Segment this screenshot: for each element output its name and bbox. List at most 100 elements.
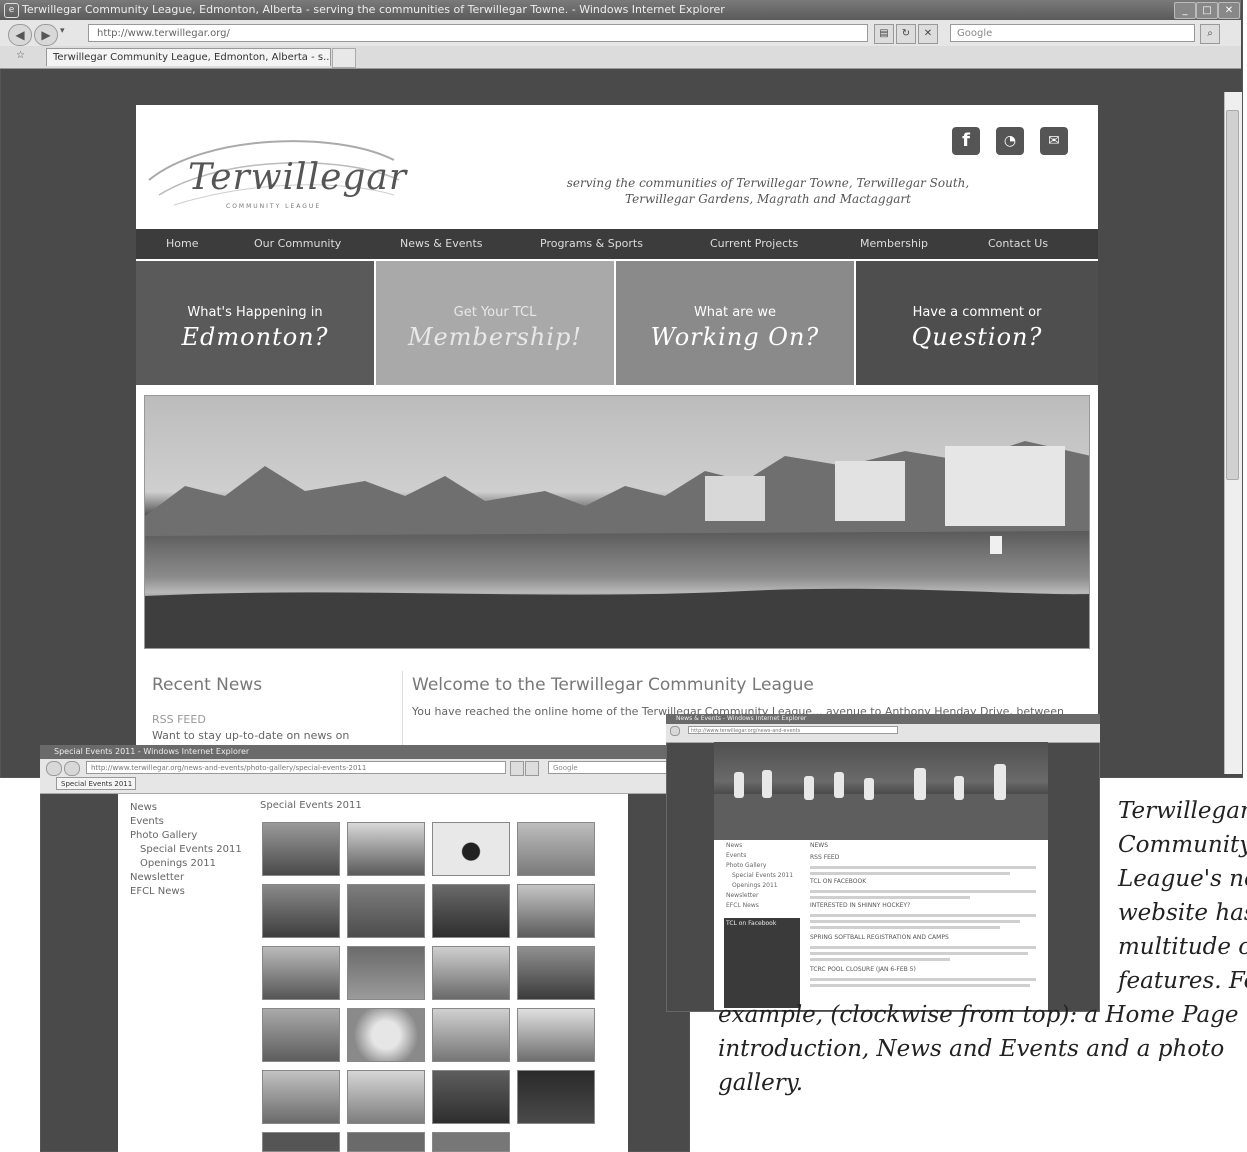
gallery-thumbnail[interactable] — [432, 1070, 510, 1124]
gallery-thumbnail[interactable] — [347, 822, 425, 876]
gallery-nav-efcl-news[interactable]: EFCL News — [130, 886, 185, 897]
caption-line: multitude of — [1118, 934, 1247, 960]
facebook-icon[interactable]: f — [952, 127, 980, 155]
feature-membership[interactable]: Get Your TCL Membership! — [376, 261, 614, 385]
gallery-back-button[interactable] — [46, 761, 62, 776]
nav-our-community[interactable]: Our Community — [254, 229, 341, 259]
feature-edmonton-line1: What's Happening in — [187, 305, 323, 320]
feature-question[interactable]: Have a comment or Question? — [856, 261, 1098, 385]
gallery-tab[interactable]: Special Events 2011 — [56, 777, 136, 790]
gallery-window-title: Special Events 2011 - Windows Internet E… — [54, 747, 250, 756]
gallery-address-bar[interactable]: http://www.terwillegar.org/news-and-even… — [86, 761, 506, 774]
gallery-thumbnail[interactable] — [347, 884, 425, 938]
gallery-nav-openings[interactable]: Openings 2011 — [140, 858, 216, 869]
gallery-thumbnail[interactable] — [517, 1070, 595, 1124]
news-window-title-bar: News & Events - Windows Internet Explore… — [666, 714, 1100, 724]
caption-line: Community — [1118, 832, 1247, 858]
caption-line: introduction, News and Events and a phot… — [718, 1036, 1225, 1062]
gallery-thumbnail[interactable] — [262, 822, 340, 876]
gallery-thumbnail[interactable] — [432, 822, 510, 876]
gallery-thumbnail[interactable] — [262, 884, 340, 938]
stop-icon[interactable]: ✕ — [918, 24, 938, 44]
ie-logo-icon: e — [4, 3, 19, 18]
favorites-star-icon[interactable]: ☆ — [16, 50, 25, 61]
gallery-nav-photo-gallery[interactable]: Photo Gallery — [130, 830, 197, 841]
refresh-icon[interactable]: ↻ — [896, 24, 916, 44]
gallery-thumbnail[interactable] — [347, 1008, 425, 1062]
window-title-bar: e Terwillegar Community League, Edmonton… — [0, 0, 1241, 20]
gallery-nav-events[interactable]: Events — [130, 816, 164, 827]
nav-home[interactable]: Home — [166, 229, 198, 259]
caption-line: gallery. — [718, 1070, 804, 1096]
gallery-thumbnail[interactable] — [517, 822, 595, 876]
feature-working-line1: What are we — [693, 305, 777, 320]
gallery-thumbnail[interactable] — [347, 946, 425, 1000]
gallery-stop-icon[interactable] — [525, 761, 539, 776]
gallery-nav-newsletter[interactable]: Newsletter — [130, 872, 184, 883]
gallery-thumbnail[interactable] — [432, 1132, 510, 1152]
email-icon[interactable]: ✉ — [1040, 127, 1068, 155]
news-address-bar[interactable]: http://www.terwillegar.org/news-and-even… — [688, 726, 898, 734]
caption: Terwillegar Community League's new websi… — [700, 778, 1247, 1152]
gallery-thumbnail[interactable] — [432, 946, 510, 1000]
neighbourhood-banner-photo — [144, 395, 1090, 649]
caption-line: League's new — [1118, 866, 1247, 892]
gallery-thumbnail[interactable] — [262, 946, 340, 1000]
gallery-nav-news[interactable]: News — [130, 802, 157, 813]
forward-button[interactable]: ▶ — [34, 24, 58, 46]
gallery-thumbnail[interactable] — [347, 1132, 425, 1152]
search-icon[interactable]: ⌕ — [1200, 24, 1220, 44]
nav-programs-sports[interactable]: Programs & Sports — [540, 229, 643, 259]
logo-subtitle: COMMUNITY LEAGUE — [226, 203, 322, 210]
gallery-thumbnail[interactable] — [432, 884, 510, 938]
gallery-thumbnail[interactable] — [432, 1008, 510, 1062]
gallery-forward-button[interactable] — [64, 761, 80, 776]
maximize-icon[interactable]: □ — [1196, 2, 1218, 19]
gallery-thumbnail[interactable] — [262, 1008, 340, 1062]
feature-question-line1: Have a comment or — [912, 305, 1042, 320]
nav-current-projects[interactable]: Current Projects — [710, 229, 798, 259]
gallery-refresh-icon[interactable] — [510, 761, 524, 776]
tagline-line-2: Terwillegar Gardens, Magrath and Mactagg… — [625, 192, 911, 206]
back-button[interactable]: ◀ — [8, 24, 32, 46]
gallery-search-input[interactable]: Google — [548, 761, 683, 774]
caption-line: example, (clockwise from top): a Home Pa… — [718, 1002, 1239, 1028]
gallery-thumbnail[interactable] — [517, 1008, 595, 1062]
gallery-window-title-bar: Special Events 2011 - Windows Internet E… — [40, 745, 690, 759]
rss-feed-heading[interactable]: RSS FEED — [152, 713, 206, 726]
gallery-thumbnail[interactable] — [517, 884, 595, 938]
nav-membership[interactable]: Membership — [860, 229, 928, 259]
logo[interactable]: Terwillegar — [188, 157, 407, 198]
nav-contact-us[interactable]: Contact Us — [988, 229, 1048, 259]
nav-news-events[interactable]: News & Events — [400, 229, 483, 259]
caption-line: features. For — [1118, 968, 1247, 994]
compat-view-icon[interactable]: ▤ — [874, 24, 894, 44]
history-dropdown-icon[interactable]: ▾ — [60, 26, 65, 36]
web-page: Terwillegar COMMUNITY LEAGUE serving the… — [136, 105, 1098, 745]
news-back-button[interactable] — [670, 726, 680, 736]
rss-feed-text: Want to stay up-to-date on news on — [152, 729, 350, 742]
feature-working-on[interactable]: What are we Working On? — [616, 261, 854, 385]
minimize-icon[interactable]: _ — [1174, 2, 1196, 19]
recent-news-heading: Recent News — [152, 675, 263, 695]
gallery-nav-special-events[interactable]: Special Events 2011 — [140, 844, 242, 855]
gallery-thumbnail[interactable] — [517, 946, 595, 1000]
scrollbar-thumb[interactable] — [1226, 110, 1239, 480]
close-icon[interactable]: ✕ — [1218, 2, 1240, 19]
new-tab-button[interactable] — [332, 48, 356, 68]
address-bar[interactable]: http://www.terwillegar.org/ — [88, 24, 868, 42]
feature-edmonton-line2: Edmonton? — [181, 323, 329, 351]
gallery-heading: Special Events 2011 — [260, 800, 362, 811]
feature-edmonton[interactable]: What's Happening in Edmonton? — [136, 261, 374, 385]
browser-tab[interactable]: Terwillegar Community League, Edmonton, … — [46, 48, 331, 66]
feature-membership-line1: Get Your TCL — [453, 305, 537, 320]
search-input[interactable]: Google — [950, 24, 1195, 42]
tagline-line-1: serving the communities of Terwillegar T… — [566, 176, 970, 190]
gallery-thumbnail[interactable] — [262, 1070, 340, 1124]
gallery-thumbnail[interactable] — [347, 1070, 425, 1124]
site-tagline: serving the communities of Terwillegar T… — [538, 175, 998, 207]
rss-icon[interactable]: ◔ — [996, 127, 1024, 155]
banner-scenery — [145, 441, 1089, 648]
gallery-thumbnail[interactable] — [262, 1132, 340, 1152]
news-window-title: News & Events - Windows Internet Explore… — [676, 715, 807, 722]
